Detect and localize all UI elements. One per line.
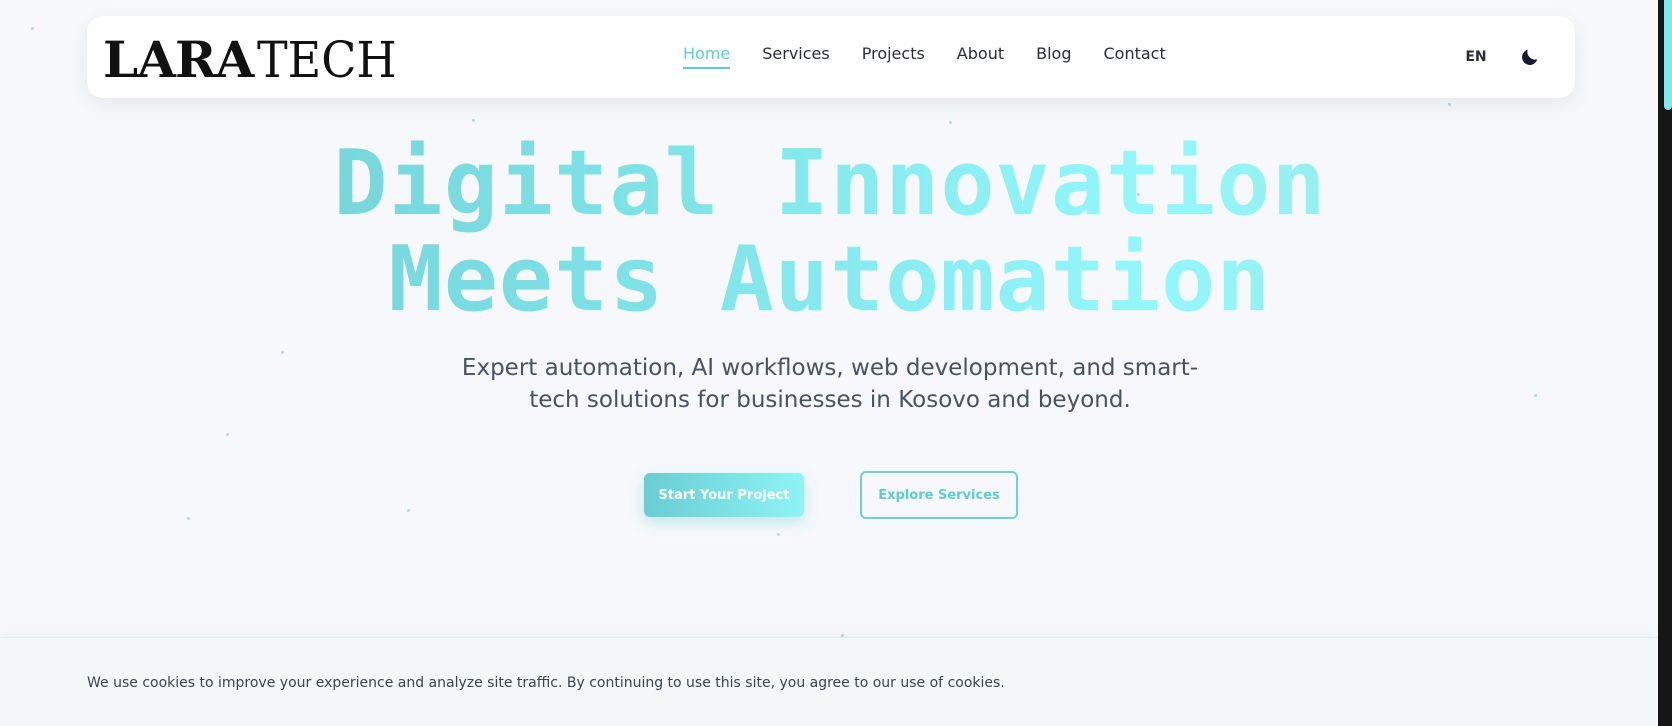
cookie-banner: We use cookies to improve your experienc… [0, 637, 1658, 726]
main-nav: Home Services Projects About Blog Contac… [683, 44, 1166, 69]
cookie-notice-text: We use cookies to improve your experienc… [87, 675, 1005, 691]
nav-services[interactable]: Services [762, 44, 829, 63]
navbar: LARA TECH Home Services Projects About B… [87, 16, 1575, 98]
scrollbar-thumb[interactable] [1664, 0, 1672, 110]
particle-dot [777, 533, 780, 536]
logo-light-text: TECH [257, 31, 397, 89]
nav-contact[interactable]: Contact [1103, 44, 1165, 63]
language-switcher[interactable]: EN [1456, 42, 1496, 72]
particle-dot [226, 433, 229, 436]
theme-toggle-button[interactable] [1513, 40, 1547, 74]
particle-dot [1448, 103, 1451, 106]
nav-home[interactable]: Home [683, 44, 731, 69]
particle-dot [1534, 394, 1537, 397]
particle-dot [472, 119, 475, 122]
particle-dot [407, 509, 410, 512]
hero-title-line1: Digital Innovation [333, 131, 1327, 236]
nav-projects[interactable]: Projects [862, 44, 925, 63]
nav-about[interactable]: About [957, 44, 1004, 63]
nav-blog[interactable]: Blog [1036, 44, 1071, 63]
hero-title-line2: Meets Automation [388, 227, 1272, 332]
explore-services-button[interactable]: Explore Services [860, 471, 1018, 519]
hero-title: Digital Innovation Meets Automation [0, 136, 1660, 328]
moon-icon [1522, 49, 1538, 65]
logo-bold-text: LARA [103, 30, 254, 89]
hero-subtitle: Expert automation, AI workflows, web dev… [461, 355, 1199, 413]
laratech-logo[interactable]: LARA TECH [103, 30, 409, 89]
scrollbar-track[interactable] [1658, 0, 1672, 726]
start-project-button[interactable]: Start Your Project [644, 473, 804, 517]
particle-dot [281, 351, 284, 354]
particle-dot [187, 517, 190, 520]
particle-dot [949, 121, 952, 124]
particle-dot [31, 27, 34, 30]
